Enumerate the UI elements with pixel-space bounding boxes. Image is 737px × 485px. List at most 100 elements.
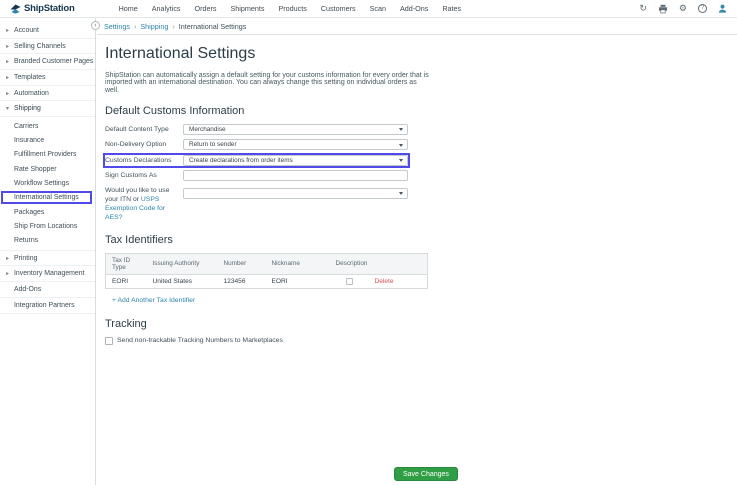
sidebar-item-carriers[interactable]: Carriers bbox=[0, 119, 95, 133]
select-value: Return to sender bbox=[189, 141, 237, 149]
refresh-icon[interactable]: ↻ bbox=[639, 4, 647, 13]
nav-orders[interactable]: Orders bbox=[195, 4, 217, 13]
sidebar-item-branded-customer-pages[interactable]: ▸ Branded Customer Pages bbox=[0, 54, 95, 71]
breadcrumb-shipping[interactable]: Shipping bbox=[140, 22, 168, 31]
default-content-type-select[interactable]: Merchandise bbox=[183, 123, 408, 135]
sidebar-item-integration-partners[interactable]: Integration Partners bbox=[0, 298, 95, 314]
form-row-non-delivery-option: Non-Delivery Option Return to sender bbox=[105, 139, 408, 151]
delete-tax-identifier-link[interactable]: Delete bbox=[375, 278, 394, 285]
nav-analytics[interactable]: Analytics bbox=[152, 4, 181, 13]
sidebar-item-inventory-management[interactable]: ▸ Inventory Management bbox=[0, 266, 95, 283]
nav-add-ons[interactable]: Add-Ons bbox=[400, 4, 428, 13]
sidebar-item-label: Selling Channels bbox=[14, 42, 66, 50]
nav-customers[interactable]: Customers bbox=[321, 4, 356, 13]
sidebar-item-label: International Settings bbox=[14, 194, 79, 202]
sidebar-item-label: Returns bbox=[14, 237, 39, 245]
tracking-checkbox[interactable] bbox=[105, 336, 113, 345]
sidebar-item-shipping[interactable]: ▾ Shipping bbox=[0, 101, 95, 118]
nav-rates[interactable]: Rates bbox=[442, 4, 461, 13]
field-label: Customs Declarations bbox=[105, 156, 172, 164]
main-content: ‹ Settings › Shipping › International Se… bbox=[91, 18, 737, 485]
cell-issuing-authority: United States bbox=[152, 277, 193, 285]
chevron-separator-icon: › bbox=[172, 21, 175, 31]
sidebar-item-label: Integration Partners bbox=[14, 301, 75, 309]
sidebar-item-label: Insurance bbox=[14, 137, 45, 145]
select-value: Merchandise bbox=[189, 125, 226, 133]
non-delivery-option-select[interactable]: Return to sender bbox=[183, 139, 408, 151]
sidebar-item-returns[interactable]: Returns bbox=[0, 234, 95, 248]
sidebar-item-international-settings[interactable]: International Settings bbox=[0, 191, 95, 205]
sidebar-item-add-ons[interactable]: Add-Ons bbox=[0, 282, 95, 298]
breadcrumb-settings[interactable]: Settings bbox=[104, 22, 130, 31]
nav-home[interactable]: Home bbox=[119, 4, 138, 13]
printer-icon[interactable] bbox=[658, 4, 668, 14]
field-label: Sign Customs As bbox=[105, 172, 157, 180]
sidebar-item-packages[interactable]: Packages bbox=[0, 205, 95, 219]
gear-icon[interactable]: ⚙ bbox=[679, 4, 687, 13]
chevron-right-icon: ▸ bbox=[6, 271, 10, 278]
nav-products[interactable]: Products bbox=[278, 4, 306, 13]
brand[interactable]: ShipStation bbox=[10, 3, 75, 14]
field-label: Default Content Type bbox=[105, 125, 169, 133]
save-changes-button[interactable]: Save Changes bbox=[394, 467, 458, 481]
chevron-down-icon: ▾ bbox=[6, 106, 10, 113]
caret-down-icon bbox=[399, 143, 403, 147]
brand-name: ShipStation bbox=[24, 3, 75, 14]
user-icon[interactable] bbox=[718, 4, 727, 13]
tracking-checkbox-row: Send non-trackable Tracking Numbers to M… bbox=[105, 336, 737, 345]
sidebar-item-label: Branded Customer Pages bbox=[14, 58, 94, 66]
sidebar-item-fulfillment-providers[interactable]: Fulfillment Providers bbox=[0, 148, 95, 162]
tracking-heading: Tracking bbox=[105, 317, 147, 330]
nav-shipments[interactable]: Shipments bbox=[231, 4, 265, 13]
column-header-number: Number bbox=[217, 253, 266, 275]
form-row-customs-declarations: Customs Declarations Create declarations… bbox=[103, 152, 410, 168]
help-icon[interactable]: ? bbox=[698, 4, 707, 13]
caret-down-icon bbox=[399, 192, 403, 196]
sidebar-item-label: Automation bbox=[14, 89, 49, 97]
sidebar-item-label: Carriers bbox=[14, 122, 39, 130]
sidebar-item-label: Inventory Management bbox=[14, 270, 85, 278]
sidebar-item-printing[interactable]: ▸ Printing bbox=[0, 251, 95, 267]
description-checkbox[interactable] bbox=[345, 277, 353, 285]
sidebar-item-automation[interactable]: ▸ Automation bbox=[0, 86, 95, 102]
itn-aes-select[interactable] bbox=[183, 187, 408, 199]
cell-nickname: EORI bbox=[271, 277, 288, 285]
nav-scan[interactable]: Scan bbox=[370, 4, 386, 13]
sidebar-item-selling-channels[interactable]: ▸ Selling Channels bbox=[0, 39, 95, 55]
intro-line: well. bbox=[105, 86, 120, 94]
chevron-right-icon: ▸ bbox=[6, 59, 10, 66]
settings-content: International Settings ShipStation can a… bbox=[97, 35, 737, 345]
sidebar-item-workflow-settings[interactable]: Workflow Settings bbox=[0, 176, 95, 190]
cell-tax-id-type: EORI bbox=[112, 277, 129, 285]
top-navbar: ShipStation Home Analytics Orders Shipme… bbox=[0, 0, 737, 18]
sign-customs-as-input[interactable] bbox=[183, 170, 408, 182]
sidebar-item-label: Workflow Settings bbox=[14, 179, 70, 187]
sidebar-item-account[interactable]: ▸ Account bbox=[0, 23, 95, 39]
sidebar-collapse-button[interactable]: ‹ bbox=[91, 21, 100, 30]
chevron-right-icon: ▸ bbox=[6, 74, 10, 81]
navbar-icons: ↻ ⚙ ? bbox=[639, 4, 727, 14]
sidebar-item-rate-shopper[interactable]: Rate Shopper bbox=[0, 162, 95, 176]
sidebar-item-label: Add-Ons bbox=[14, 286, 42, 294]
sidebar-item-insurance[interactable]: Insurance bbox=[0, 133, 95, 147]
chevron-right-icon: ▸ bbox=[6, 27, 10, 34]
form-row-itn-aes: Would you like to use your ITN or USPS E… bbox=[105, 186, 408, 223]
sidebar-item-templates[interactable]: ▸ Templates bbox=[0, 70, 95, 86]
chevron-right-icon: ▸ bbox=[6, 90, 10, 97]
tax-identifier-row: EORI United States 123456 EORI Delete bbox=[106, 274, 428, 288]
column-header-issuing-authority: Issuing Authority bbox=[146, 253, 218, 275]
sidebar-item-label: Packages bbox=[14, 208, 45, 216]
sidebar-item-ship-from-locations[interactable]: Ship From Locations bbox=[0, 219, 95, 233]
sidebar-item-label: Ship From Locations bbox=[14, 222, 78, 230]
column-header-actions bbox=[368, 253, 428, 275]
tax-identifiers-table: Tax ID Type Issuing Authority Number Nic… bbox=[105, 252, 428, 289]
breadcrumb-current: International Settings bbox=[178, 21, 247, 31]
form-row-default-content-type: Default Content Type Merchandise bbox=[105, 123, 408, 135]
add-tax-identifier-link[interactable]: + Add Another Tax Identifier bbox=[112, 297, 195, 304]
caret-down-icon bbox=[399, 159, 403, 163]
intro-line: imported with an international destinati… bbox=[105, 79, 417, 87]
customs-declarations-select[interactable]: Create declarations from order items bbox=[183, 154, 408, 166]
field-label: Would you like to use your ITN or USPS E… bbox=[105, 186, 183, 223]
form-row-sign-customs-as: Sign Customs As bbox=[105, 170, 408, 182]
table-header-row: Tax ID Type Issuing Authority Number Nic… bbox=[105, 253, 428, 275]
